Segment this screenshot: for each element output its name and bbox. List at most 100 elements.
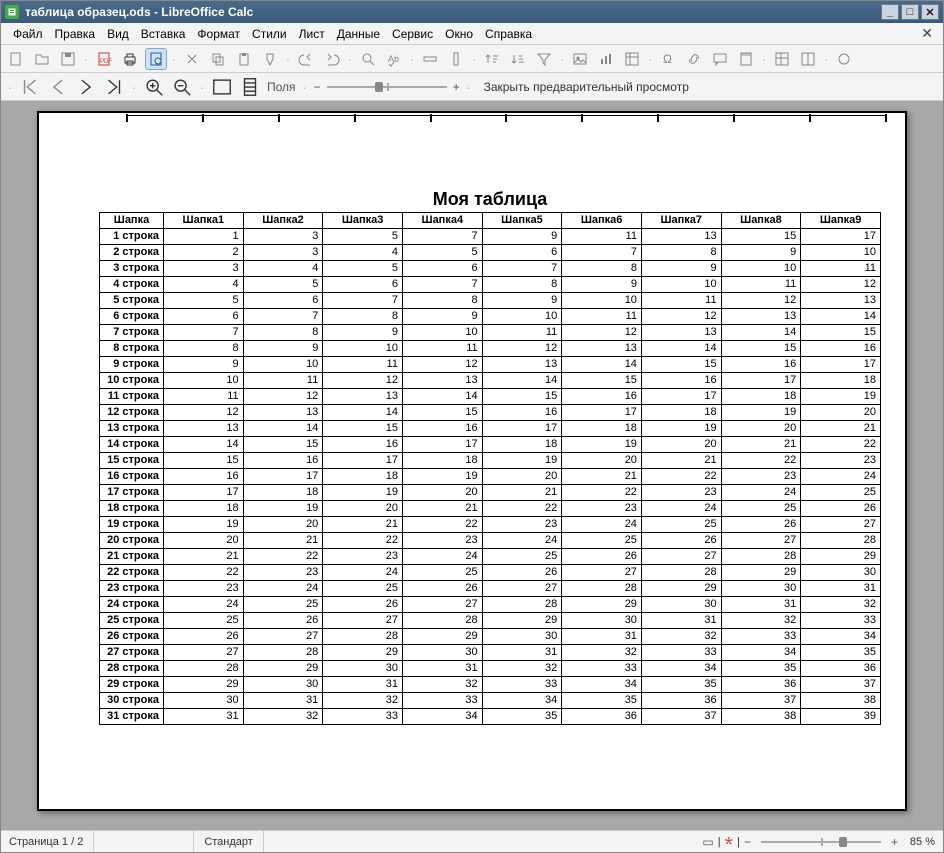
cell: 22 [243, 549, 323, 565]
cell: 32 [721, 613, 801, 629]
status-style[interactable]: Стандарт [194, 831, 264, 852]
cell: 16 [402, 421, 482, 437]
cell: 4 [323, 245, 403, 261]
close-preview-button[interactable]: Закрыть предварительный просмотр [478, 80, 695, 94]
cell: 11 [402, 341, 482, 357]
status-modified-icon[interactable]: 🞰 [721, 833, 737, 851]
minimize-button[interactable]: _ [881, 4, 899, 20]
cell: 31 [641, 613, 721, 629]
cell: 10 [641, 277, 721, 293]
status-zoom-slider[interactable] [761, 841, 881, 843]
table-row: 3 строка34567891011 [100, 261, 881, 277]
insert-hyperlink-button [683, 48, 705, 70]
cell: 16 [562, 389, 642, 405]
cell: 7 [562, 245, 642, 261]
row-label: 22 строка [100, 565, 164, 581]
full-screen-button[interactable] [211, 76, 233, 98]
cell: 20 [562, 453, 642, 469]
cell: 4 [243, 261, 323, 277]
cell: 26 [243, 613, 323, 629]
preview-workspace[interactable]: Моя таблица ШапкаШапка1Шапка2Шапка3Шапка… [1, 101, 943, 830]
cell: 27 [164, 645, 244, 661]
table-row: 22 строка222324252627282930 [100, 565, 881, 581]
row-label: 1 строка [100, 229, 164, 245]
menu-window[interactable]: Окно [439, 25, 479, 43]
cell: 19 [323, 485, 403, 501]
status-zoom-in-icon[interactable]: + [887, 835, 902, 849]
cell: 33 [482, 677, 562, 693]
cell: 34 [801, 629, 881, 645]
table-row: 11 строка111213141516171819 [100, 389, 881, 405]
cell: 28 [164, 661, 244, 677]
table-row: 17 строка171819202122232425 [100, 485, 881, 501]
status-zoom-value[interactable]: 85 % [910, 836, 935, 848]
maximize-button[interactable]: □ [901, 4, 919, 20]
cell: 12 [402, 357, 482, 373]
svg-text:PDF: PDF [100, 59, 112, 65]
window-titlebar: таблица образец.ods - LibreOffice Calc _… [1, 1, 943, 23]
menu-edit[interactable]: Правка [49, 25, 102, 43]
cell: 15 [721, 341, 801, 357]
menu-data[interactable]: Данные [331, 25, 386, 43]
cell: 15 [721, 229, 801, 245]
cell: 22 [402, 517, 482, 533]
export-pdf-button[interactable]: PDF [93, 48, 115, 70]
cell: 27 [243, 629, 323, 645]
cell: 12 [641, 309, 721, 325]
insert-image-button [569, 48, 591, 70]
cell: 23 [323, 549, 403, 565]
menu-tools[interactable]: Сервис [386, 25, 439, 43]
cell: 13 [801, 293, 881, 309]
cell: 26 [482, 565, 562, 581]
last-page-button[interactable] [103, 76, 125, 98]
cell: 11 [562, 309, 642, 325]
cell: 33 [721, 629, 801, 645]
status-view-layout-icon[interactable]: ▭ [698, 835, 717, 849]
cell: 27 [562, 565, 642, 581]
cell: 19 [482, 453, 562, 469]
cell: 29 [801, 549, 881, 565]
cell: 16 [801, 341, 881, 357]
cell: 16 [243, 453, 323, 469]
cell: 37 [641, 709, 721, 725]
cell: 31 [323, 677, 403, 693]
zoom-out-button[interactable] [171, 76, 193, 98]
row-label: 19 строка [100, 517, 164, 533]
menu-insert[interactable]: Вставка [135, 25, 192, 43]
margin-ruler-top[interactable] [127, 115, 887, 127]
cell: 27 [801, 517, 881, 533]
format-page-button[interactable] [239, 76, 261, 98]
close-document-button[interactable]: ✕ [917, 25, 937, 42]
cell: 18 [721, 389, 801, 405]
status-zoom-out-icon[interactable]: − [740, 835, 755, 849]
save-button [57, 48, 79, 70]
menu-view[interactable]: Вид [101, 25, 135, 43]
zoom-slider[interactable]: − + [314, 80, 460, 94]
cell: 6 [243, 293, 323, 309]
cell: 20 [323, 501, 403, 517]
print-button[interactable] [119, 48, 141, 70]
cell: 31 [402, 661, 482, 677]
print-preview-button[interactable] [145, 48, 167, 70]
cell: 34 [721, 645, 801, 661]
menu-sheet[interactable]: Лист [293, 25, 331, 43]
cell: 25 [243, 597, 323, 613]
menu-help[interactable]: Справка [479, 25, 538, 43]
cell: 22 [323, 533, 403, 549]
close-button[interactable]: ✕ [921, 4, 939, 20]
zoom-in-button[interactable] [143, 76, 165, 98]
menu-styles[interactable]: Стили [246, 25, 293, 43]
next-page-button[interactable] [75, 76, 97, 98]
cell: 33 [641, 645, 721, 661]
menu-format[interactable]: Формат [191, 25, 246, 43]
cell: 10 [323, 341, 403, 357]
table-row: 5 строка5678910111213 [100, 293, 881, 309]
sort-asc-button [481, 48, 503, 70]
table-row: 15 строка151617181920212223 [100, 453, 881, 469]
cell: 31 [801, 581, 881, 597]
menu-file[interactable]: Файл [7, 25, 49, 43]
table-row: 14 строка141516171819202122 [100, 437, 881, 453]
cell: 9 [641, 261, 721, 277]
status-page[interactable]: Страница 1 / 2 [9, 831, 94, 852]
table-row: 1 строка1357911131517 [100, 229, 881, 245]
